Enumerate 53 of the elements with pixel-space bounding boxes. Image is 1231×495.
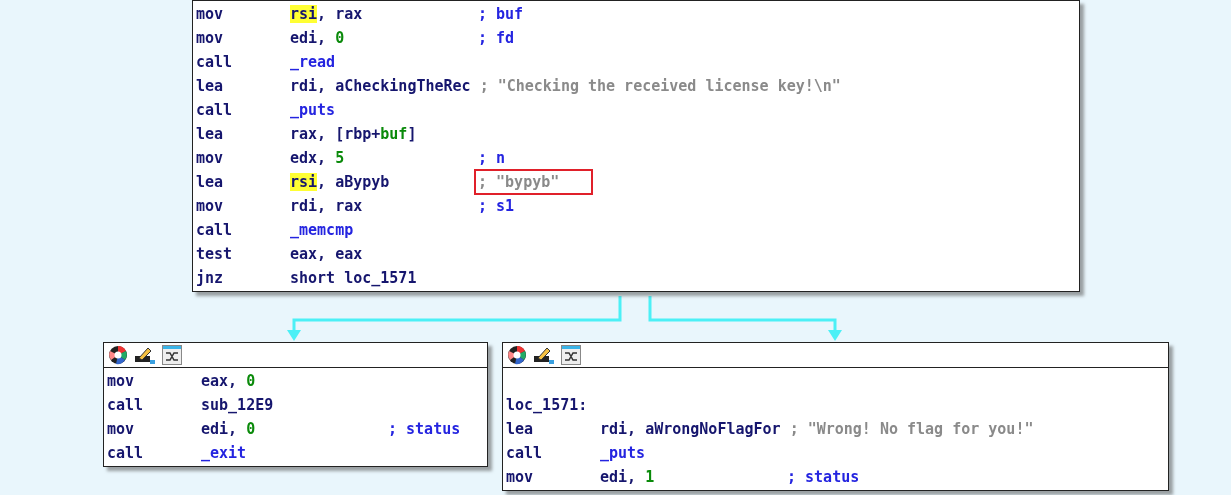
string-comment: ; "Wrong! No flag for you!" — [789, 420, 1034, 438]
instruction-operands: eax, 0 — [201, 372, 257, 390]
instruction-mnemonic: lea — [196, 77, 225, 95]
color-wheel-icon[interactable] — [108, 345, 128, 365]
instruction-mnemonic: mov — [196, 149, 225, 167]
graph-icon[interactable] — [162, 345, 182, 365]
instruction-mnemonic: mov — [196, 5, 225, 23]
instruction-mnemonic: mov — [196, 29, 225, 47]
instruction-operands: edi, 1 — [600, 468, 656, 486]
instruction-mnemonic: mov — [506, 468, 535, 486]
instruction-operands: sub_12E9 — [201, 396, 275, 414]
instruction-operands: _puts — [290, 101, 337, 119]
code-comment: ; fd — [478, 29, 515, 47]
instruction-mnemonic: mov — [196, 197, 225, 215]
instruction-mnemonic: call — [196, 101, 234, 119]
instruction-operands: edi, 0 — [201, 420, 257, 438]
color-wheel-icon[interactable] — [507, 345, 527, 365]
instruction-mnemonic: jnz — [196, 269, 225, 287]
code-comment: ; status — [787, 468, 860, 486]
pencil-icon[interactable] — [134, 345, 156, 365]
instruction-operands: rax, [rbp+buf] — [290, 125, 418, 143]
instruction-mnemonic: lea — [196, 173, 225, 191]
instruction-operands: _exit — [201, 444, 248, 462]
code-comment: ; n — [478, 149, 506, 167]
instruction-mnemonic: test — [196, 245, 234, 263]
code-comment: ; s1 — [478, 197, 515, 215]
instruction-operands: eax, eax — [290, 245, 364, 263]
instruction-operands: rdi, aWrongNoFlagFor — [600, 420, 781, 438]
string-comment: ; "Checking the received license key!\n" — [479, 77, 841, 95]
code-label: loc_1571: — [506, 396, 588, 414]
instruction-operands: rsi, aBypyb — [290, 173, 391, 191]
pencil-icon[interactable] — [533, 345, 555, 365]
instruction-mnemonic: call — [506, 444, 544, 462]
instruction-operands: _puts — [600, 444, 647, 462]
instruction-operands: _read — [290, 53, 337, 71]
instruction-mnemonic: call — [107, 444, 145, 462]
instruction-mnemonic: call — [107, 396, 145, 414]
instruction-operands: rdi, rax — [290, 197, 364, 215]
instruction-operands: edi, 0 — [290, 29, 346, 47]
instruction-mnemonic: lea — [506, 420, 535, 438]
instruction-mnemonic: mov — [107, 420, 136, 438]
instruction-mnemonic: lea — [196, 125, 225, 143]
instruction-operands: rsi, rax — [290, 5, 364, 23]
instruction-operands: short loc_1571 — [290, 269, 418, 287]
instruction-operands: edx, 5 — [290, 149, 346, 167]
instruction-mnemonic: mov — [107, 372, 136, 390]
instruction-operands: rdi, aCheckingTheRec — [290, 77, 471, 95]
instruction-operands: _memcmp — [290, 221, 355, 239]
code-comment: ; buf — [478, 5, 524, 23]
instruction-mnemonic: call — [196, 221, 234, 239]
graph-icon[interactable] — [561, 345, 581, 365]
code-comment: ; status — [388, 420, 461, 438]
instruction-mnemonic: call — [196, 53, 234, 71]
